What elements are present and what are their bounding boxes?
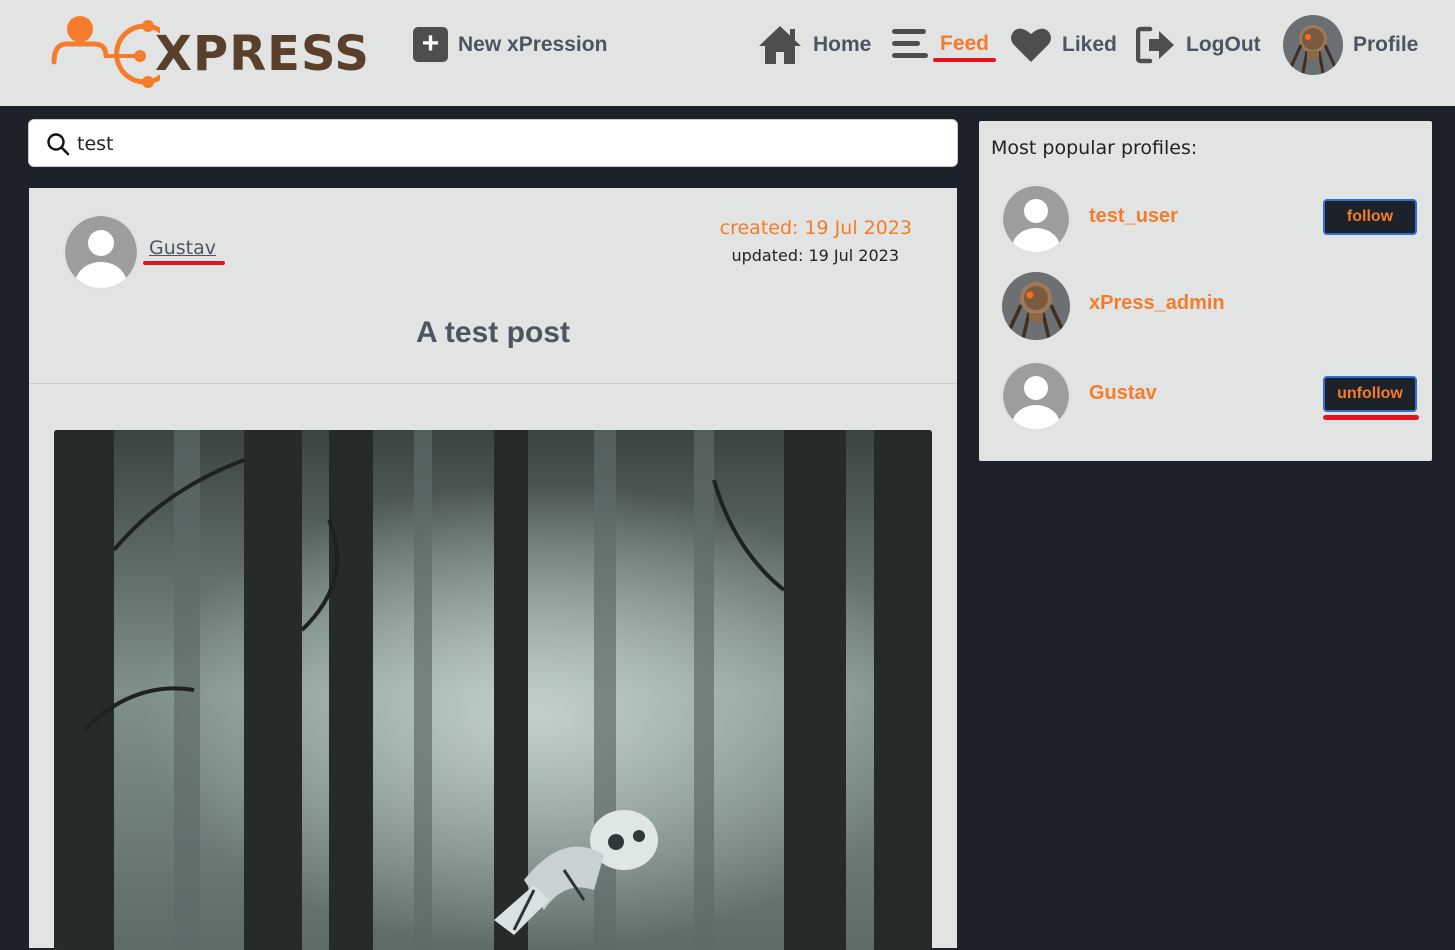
new-xpression-button[interactable]: + New xPression bbox=[413, 27, 607, 62]
popular-profiles-title: Most popular profiles: bbox=[991, 137, 1198, 159]
top-navbar: XPRESS + New xPression Home Feed Liked L… bbox=[0, 0, 1455, 106]
post-created-date: created: 19 Jul 2023 bbox=[719, 217, 912, 239]
nav-logout-label: LogOut bbox=[1186, 33, 1261, 56]
nav-home-label: Home bbox=[813, 33, 872, 56]
post-image[interactable] bbox=[54, 430, 932, 950]
profile-avatar[interactable] bbox=[1001, 361, 1071, 431]
logo-text: XPRESS bbox=[155, 26, 370, 82]
post-header: Gustav created: 19 Jul 2023 updated: 19 … bbox=[29, 188, 957, 384]
profile-name-link[interactable]: test_user bbox=[1089, 205, 1178, 228]
nav-feed-label: Feed bbox=[940, 32, 990, 55]
feed-active-underline bbox=[933, 58, 996, 62]
author-avatar[interactable] bbox=[63, 214, 139, 290]
profile-avatar[interactable] bbox=[1001, 184, 1071, 254]
home-icon bbox=[759, 26, 801, 64]
unfollow-button[interactable]: unfollow bbox=[1323, 376, 1417, 412]
nav-liked[interactable]: Liked bbox=[1010, 26, 1117, 64]
nav-profile-label: Profile bbox=[1353, 33, 1419, 56]
nav-profile[interactable]: Profile bbox=[1283, 15, 1418, 75]
nav-home[interactable]: Home bbox=[757, 24, 871, 66]
robot-avatar bbox=[1002, 272, 1070, 340]
profile-row: Gustav unfollow bbox=[979, 361, 1432, 433]
search-input[interactable] bbox=[77, 128, 937, 160]
robot-avatar bbox=[1283, 15, 1343, 75]
post-card: Gustav created: 19 Jul 2023 updated: 19 … bbox=[29, 188, 957, 950]
profile-name-link[interactable]: xPress_admin bbox=[1089, 292, 1225, 315]
default-user-avatar bbox=[1001, 361, 1071, 431]
default-user-avatar bbox=[63, 214, 139, 290]
xpress-logo[interactable]: XPRESS bbox=[50, 12, 380, 88]
post-updated-date: updated: 19 Jul 2023 bbox=[731, 246, 899, 265]
profile-row: xPress_admin bbox=[979, 271, 1432, 343]
default-user-avatar bbox=[1001, 184, 1071, 254]
plus-icon: + bbox=[413, 27, 448, 62]
nav-liked-label: Liked bbox=[1062, 33, 1117, 56]
heart-icon bbox=[1011, 28, 1051, 63]
nav-feed[interactable]: Feed bbox=[890, 26, 989, 62]
unfollow-highlight-underline bbox=[1323, 415, 1419, 420]
logo-network-icon bbox=[51, 16, 164, 88]
popular-profiles-panel: Most popular profiles: test_user follow bbox=[979, 121, 1432, 461]
post-title: A test post bbox=[416, 316, 570, 349]
profile-name-link[interactable]: Gustav bbox=[1089, 382, 1157, 405]
menu-icon bbox=[892, 29, 928, 58]
profile-avatar[interactable] bbox=[1001, 271, 1071, 341]
profile-row: test_user follow bbox=[979, 184, 1432, 256]
post-author-link[interactable]: Gustav bbox=[149, 237, 216, 259]
search-bar[interactable] bbox=[28, 119, 958, 167]
follow-button[interactable]: follow bbox=[1323, 199, 1417, 235]
logout-icon bbox=[1136, 26, 1174, 64]
nav-logout[interactable]: LogOut bbox=[1136, 26, 1261, 64]
search-icon bbox=[47, 133, 70, 156]
new-xpression-label: New xPression bbox=[458, 32, 608, 56]
author-highlight-underline bbox=[143, 261, 225, 265]
robot-in-forest-image bbox=[54, 430, 932, 950]
